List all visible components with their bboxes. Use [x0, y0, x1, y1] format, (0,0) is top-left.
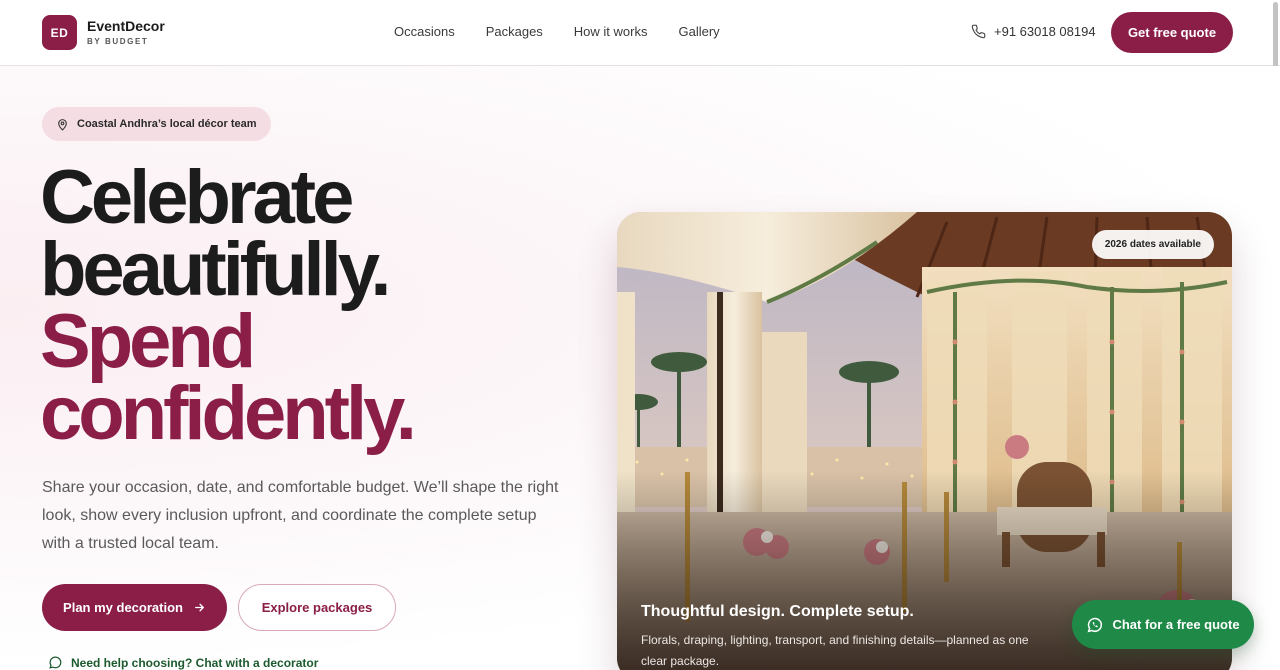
brand-name[interactable]: EventDecor: [87, 18, 165, 34]
hero-headline: Celebrate beautifully. Spend confidently…: [40, 155, 417, 456]
headline-line-3: Spend: [40, 299, 256, 384]
location-pill-text: Coastal Andhra’s local décor team: [77, 118, 257, 130]
phone-icon: [971, 24, 986, 39]
nav-packages[interactable]: Packages: [486, 24, 543, 39]
arrow-right-icon: [195, 603, 204, 612]
chat-free-quote-button[interactable]: Chat for a free quote: [1072, 600, 1254, 649]
whatsapp-icon: [1087, 617, 1103, 632]
brand-subtitle: BY BUDGET: [87, 37, 149, 46]
plan-my-decoration-button[interactable]: Plan my decoration: [42, 584, 227, 631]
plan-my-decoration-label: Plan my decoration: [63, 600, 183, 615]
explore-packages-button[interactable]: Explore packages: [238, 584, 396, 631]
help-chat-text: Need help choosing? Chat with a decorato…: [71, 655, 319, 670]
nav-occasions[interactable]: Occasions: [394, 24, 455, 39]
location-pin-icon: [58, 118, 67, 130]
phone-number: +91 63018 08194: [994, 24, 1096, 39]
whatsapp-icon: [49, 656, 62, 669]
headline-line-4: confidently.: [40, 371, 417, 456]
headline-line-1: Celebrate: [40, 155, 354, 240]
nav-how-it-works[interactable]: How it works: [574, 24, 648, 39]
card-description: Florals, draping, lighting, transport, a…: [641, 633, 1029, 668]
phone-link[interactable]: +91 63018 08194: [971, 24, 1096, 39]
main-nav: Occasions Packages How it works Gallery: [394, 24, 751, 39]
chat-free-quote-label: Chat for a free quote: [1112, 617, 1240, 632]
site-header: ED EventDecor BY BUDGET Occasions Packag…: [0, 0, 1280, 66]
get-free-quote-button[interactable]: Get free quote: [1111, 12, 1233, 53]
nav-gallery[interactable]: Gallery: [678, 24, 719, 39]
location-pill: Coastal Andhra’s local décor team: [42, 107, 271, 141]
card-title: Thoughtful design. Complete setup.: [641, 603, 914, 620]
hero-description: Share your occasion, date, and comfortab…: [42, 479, 559, 552]
help-chat-link[interactable]: Need help choosing? Chat with a decorato…: [48, 655, 318, 670]
headline-line-2: beautifully.: [40, 227, 392, 312]
logo-badge[interactable]: ED: [42, 15, 77, 50]
dates-available-badge: 2026 dates available: [1091, 230, 1214, 259]
